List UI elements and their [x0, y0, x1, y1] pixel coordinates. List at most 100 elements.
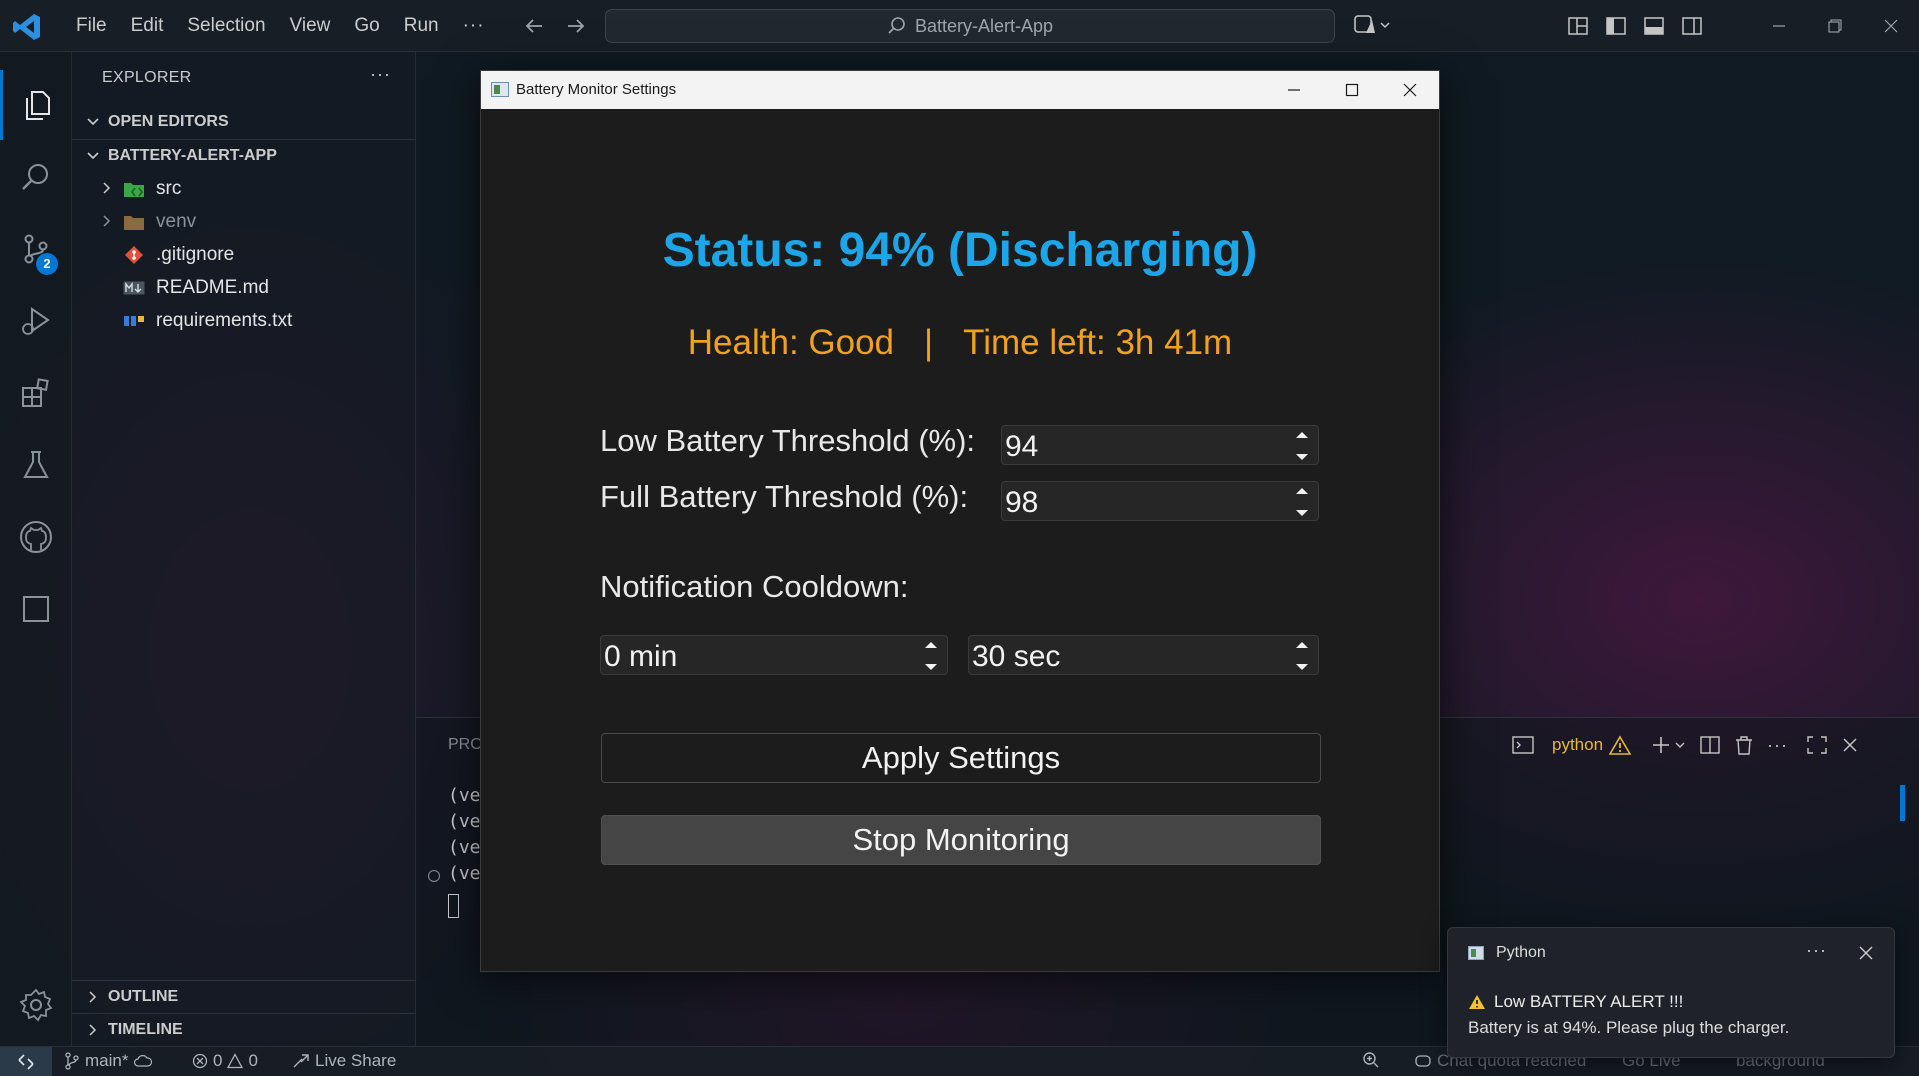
toggle-secondary-sidebar-icon[interactable]	[1678, 12, 1706, 40]
tree-item-label: src	[156, 178, 182, 199]
tree-item-readme[interactable]: README.md	[72, 271, 416, 304]
run-debug-icon[interactable]	[0, 286, 72, 356]
low-threshold-value: 94	[1005, 430, 1039, 463]
terminal-scrollbar[interactable]	[1900, 785, 1905, 821]
github-icon[interactable]	[0, 502, 72, 572]
spin-down-icon[interactable]	[1295, 663, 1309, 672]
remote-explorer-icon[interactable]	[0, 574, 72, 644]
maximize-panel-icon[interactable]	[1806, 731, 1828, 759]
close-icon[interactable]	[1381, 71, 1439, 109]
tree-item-gitignore[interactable]: .gitignore	[72, 238, 416, 271]
cooldown-seconds-spinbox[interactable]: 30 sec	[968, 635, 1319, 675]
folder-icon	[123, 212, 145, 232]
python-app-icon	[1468, 946, 1484, 960]
chevron-right-icon	[78, 990, 108, 1004]
minimize-icon[interactable]	[1751, 0, 1807, 52]
spin-up-icon[interactable]	[1295, 486, 1309, 495]
warning-icon	[1609, 731, 1632, 759]
menu-go[interactable]: Go	[342, 0, 391, 52]
tree-item-venv[interactable]: venv	[72, 205, 416, 238]
split-terminal-icon[interactable]	[1699, 731, 1721, 759]
new-terminal-icon[interactable]	[1651, 731, 1687, 759]
spin-down-icon[interactable]	[924, 663, 938, 672]
menu-file[interactable]: File	[64, 0, 119, 52]
branch-status[interactable]: main*	[64, 1051, 153, 1071]
command-center-label: Battery-Alert-App	[914, 15, 1054, 36]
extensions-icon[interactable]	[0, 358, 72, 428]
copilot-icon[interactable]	[1350, 12, 1394, 40]
toggle-primary-sidebar-icon[interactable]	[1602, 12, 1630, 40]
back-arrow-icon[interactable]	[520, 12, 548, 40]
tree-item-requirements[interactable]: requirements.txt	[72, 304, 416, 337]
menu-more-button[interactable]: ···	[451, 0, 497, 52]
window-controls	[1751, 0, 1919, 52]
open-editors-section[interactable]: OPEN EDITORS	[72, 106, 416, 138]
zoom-icon[interactable]	[1362, 1051, 1380, 1069]
menu-edit[interactable]: Edit	[119, 0, 176, 52]
terminal-shell-label[interactable]: python	[1552, 735, 1603, 755]
tree-item-src[interactable]: src	[72, 172, 416, 205]
pip-icon	[123, 311, 145, 331]
explorer-icon[interactable]	[0, 70, 72, 140]
close-window-icon[interactable]	[1863, 0, 1919, 52]
app-window-icon	[491, 82, 509, 97]
timeline-section[interactable]: TIMELINE	[72, 1013, 416, 1045]
error-count: 0	[213, 1051, 223, 1070]
search-activity-icon[interactable]	[0, 142, 72, 212]
problems-status[interactable]: 0 0	[192, 1051, 258, 1071]
battery-window-titlebar: Battery Monitor Settings	[481, 71, 1439, 109]
health-text: Health: Good	[687, 323, 895, 362]
command-decoration-icon	[428, 870, 440, 882]
tab-problems[interactable]: PRO	[448, 736, 483, 754]
forward-arrow-icon[interactable]	[562, 12, 590, 40]
spin-up-icon[interactable]	[924, 640, 938, 649]
terminal-cursor	[448, 894, 459, 918]
timeline-label: TIMELINE	[108, 1020, 183, 1038]
full-threshold-spinbox[interactable]: 98	[1001, 481, 1319, 521]
terminal-line: (ve	[448, 863, 481, 884]
close-notification-icon[interactable]	[1859, 946, 1873, 960]
terminal-line: (ve	[448, 811, 481, 832]
trash-icon[interactable]	[1733, 731, 1755, 759]
explorer-more-button[interactable]: ···	[370, 64, 391, 85]
menu-run[interactable]: Run	[392, 0, 451, 52]
open-editors-label: OPEN EDITORS	[108, 113, 229, 130]
full-threshold-label: Full Battery Threshold (%):	[600, 479, 969, 514]
menu-selection[interactable]: Selection	[175, 0, 277, 52]
stop-monitoring-button[interactable]: Stop Monitoring	[601, 815, 1321, 865]
spin-down-icon[interactable]	[1295, 453, 1309, 462]
outline-section[interactable]: OUTLINE	[72, 980, 416, 1012]
project-section[interactable]: BATTERY-ALERT-APP	[72, 139, 416, 171]
close-panel-icon[interactable]	[1840, 731, 1860, 759]
spin-arrows	[1294, 430, 1310, 462]
remote-indicator-icon[interactable]	[0, 1047, 52, 1076]
terminal-line: (ve	[448, 837, 481, 858]
live-share-status[interactable]: Live Share	[292, 1051, 396, 1071]
customize-layout-icon[interactable]	[1564, 12, 1592, 40]
maximize-icon[interactable]	[1323, 71, 1381, 109]
spin-up-icon[interactable]	[1295, 430, 1309, 439]
folder-src-icon	[123, 179, 145, 199]
notification-source: Python	[1496, 944, 1546, 961]
title-bar-actions	[1350, 12, 1716, 40]
search-icon	[887, 16, 907, 36]
menu-view[interactable]: View	[278, 0, 343, 52]
restore-icon[interactable]	[1807, 0, 1863, 52]
cooldown-label: Notification Cooldown:	[600, 569, 909, 604]
notification-more-button[interactable]: ···	[1806, 940, 1827, 961]
settings-gear-icon[interactable]	[0, 970, 72, 1040]
spin-down-icon[interactable]	[1295, 509, 1309, 518]
low-threshold-spinbox[interactable]: 94	[1001, 425, 1319, 465]
cooldown-minutes-spinbox[interactable]: 0 min	[600, 635, 948, 675]
minimize-icon[interactable]	[1265, 71, 1323, 109]
source-control-icon[interactable]: 2	[0, 214, 72, 284]
source-control-badge: 2	[36, 253, 58, 275]
spin-up-icon[interactable]	[1295, 640, 1309, 649]
apply-settings-button[interactable]: Apply Settings	[601, 733, 1321, 783]
toggle-panel-icon[interactable]	[1640, 12, 1668, 40]
activity-bar: 2	[0, 52, 72, 1046]
testing-flask-icon[interactable]	[0, 430, 72, 500]
panel-more-icon[interactable]: ···	[1767, 731, 1788, 759]
command-center-search[interactable]: Battery-Alert-App	[605, 9, 1335, 43]
live-share-label: Live Share	[315, 1051, 397, 1070]
